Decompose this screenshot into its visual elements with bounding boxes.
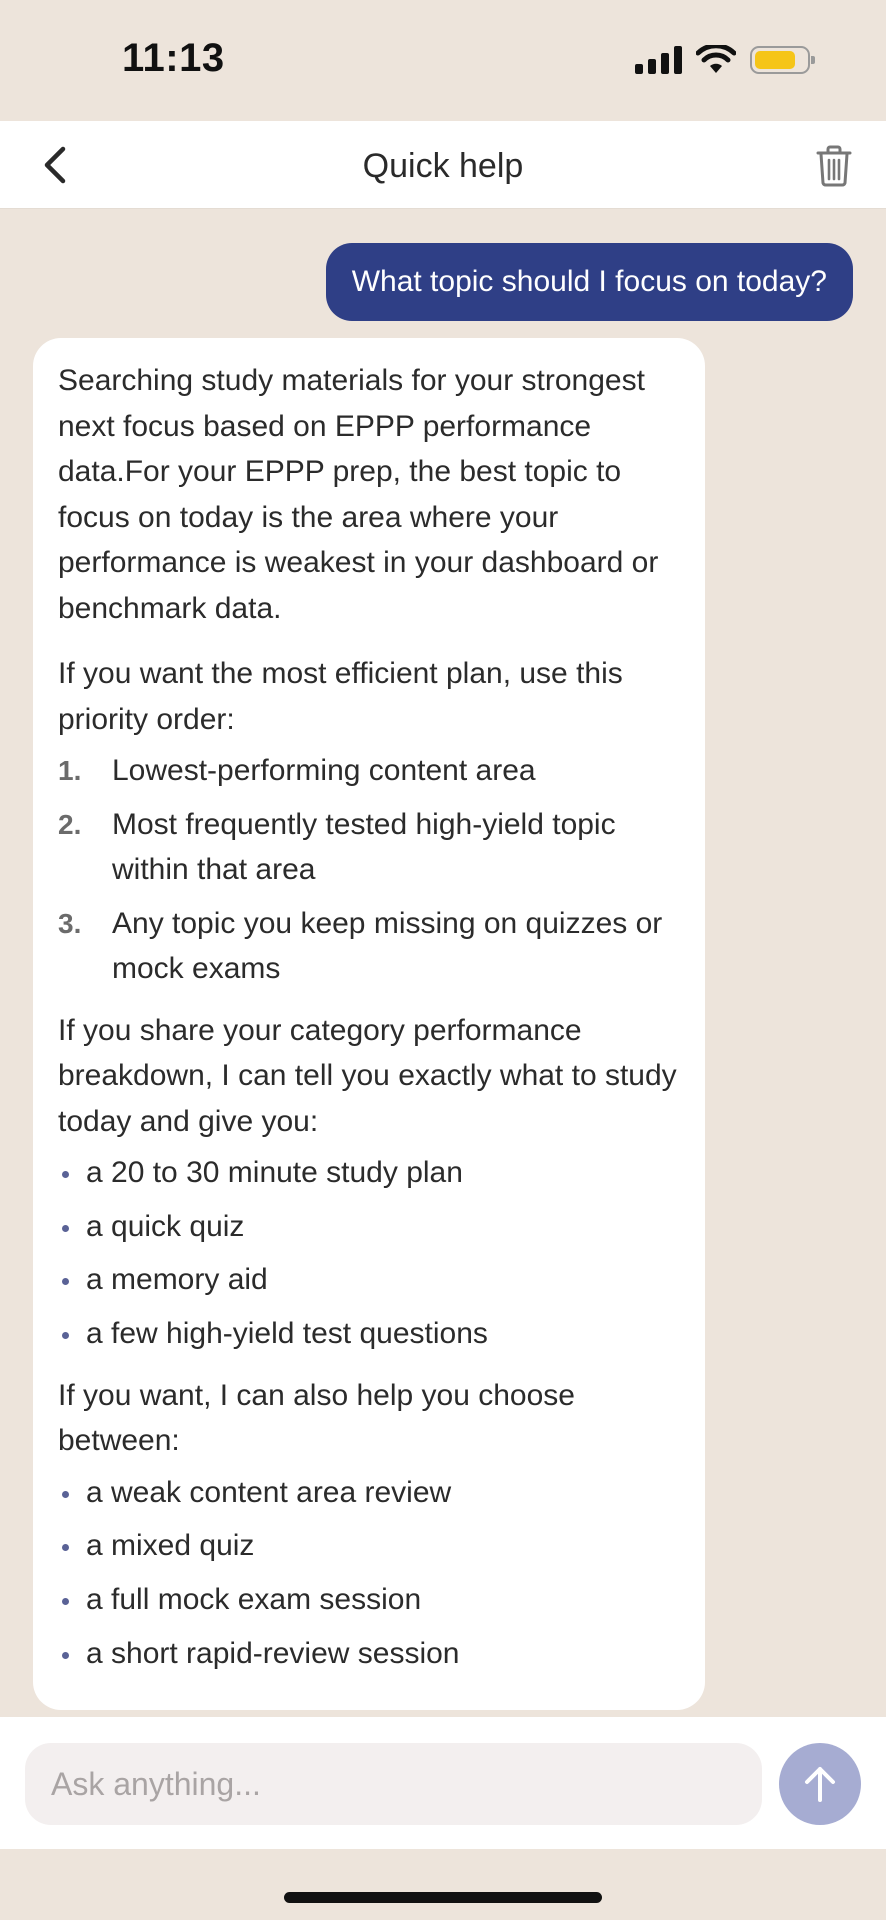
list-item-text: a few high-yield test questions	[86, 1317, 488, 1351]
share-intro-text: If you share your category performance b…	[58, 1013, 677, 1138]
status-icons	[635, 44, 815, 76]
bullet-icon	[58, 1311, 86, 1357]
list-item-text: a weak content area review	[86, 1475, 452, 1509]
list-item-text: a quick quiz	[86, 1209, 245, 1243]
list-number: 1.	[58, 755, 82, 786]
list-item: a few high-yield test questions	[58, 1311, 679, 1357]
battery-icon	[750, 46, 815, 74]
bullet-icon	[58, 1577, 86, 1623]
assistant-intro-text: Searching study materials for your stron…	[58, 364, 659, 625]
arrow-up-icon	[805, 1767, 835, 1802]
status-time: 11:13	[122, 36, 225, 80]
list-item: a 20 to 30 minute study plan	[58, 1150, 679, 1196]
bullet-icon	[58, 1257, 86, 1303]
list-item-text: Lowest-performing content area	[112, 754, 536, 787]
list-item-text: a short rapid-review session	[86, 1636, 460, 1670]
list-item: a full mock exam session	[58, 1577, 679, 1623]
list-item-text: Any topic you keep missing on quizzes or…	[112, 906, 663, 986]
list-item: a memory aid	[58, 1257, 679, 1303]
list-item-text: a mixed quiz	[86, 1529, 255, 1563]
user-message-bubble: What topic should I focus on today?	[325, 243, 853, 321]
list-number: 3.	[58, 907, 82, 939]
bullet-icon	[58, 1204, 86, 1250]
status-bar: 11:13	[0, 0, 886, 121]
header: Quick help	[0, 121, 886, 209]
ask-input[interactable]	[25, 1743, 762, 1825]
composer	[0, 1717, 886, 1849]
wifi-icon	[696, 45, 736, 73]
list-item: a short rapid-review session	[58, 1631, 679, 1677]
bullet-icon	[58, 1523, 86, 1569]
choose-intro-text: If you want, I can also help you choose …	[58, 1378, 575, 1458]
list-item-text: a full mock exam session	[86, 1582, 422, 1616]
list-item: a weak content area review	[58, 1470, 679, 1516]
choose-list: a weak content area review a mixed quiz …	[58, 1470, 679, 1677]
list-item: 2. Most frequently tested high-yield topi…	[58, 802, 679, 893]
list-item: a mixed quiz	[58, 1523, 679, 1569]
assistant-message-bubble: Searching study materials for your stron…	[33, 338, 705, 1711]
bullet-icon	[58, 1150, 86, 1196]
page-title: Quick help	[362, 147, 524, 185]
delete-chat-button[interactable]	[810, 141, 858, 191]
bullet-icon	[58, 1631, 86, 1677]
list-item: 3. Any topic you keep missing on quizzes …	[58, 901, 679, 992]
list-item-text: a 20 to 30 minute study plan	[86, 1156, 463, 1189]
list-item: a quick quiz	[58, 1204, 679, 1250]
priority-list: 1. Lowest-performing content area 2. Most …	[58, 748, 679, 992]
list-item-text: Most frequently tested high-yield topic …	[112, 807, 616, 887]
cellular-signal-icon	[635, 46, 682, 74]
bullet-icon	[58, 1470, 86, 1516]
trash-icon	[816, 145, 852, 187]
list-item-text: a memory aid	[86, 1263, 268, 1297]
list-number: 2.	[58, 808, 82, 840]
share-list: a 20 to 30 minute study plan a quick qui…	[58, 1150, 679, 1357]
send-button[interactable]	[779, 1743, 861, 1825]
chat-thread[interactable]: What topic should I focus on today? Sear…	[0, 209, 886, 1717]
list-item: 1. Lowest-performing content area	[58, 748, 679, 794]
home-indicator[interactable]	[284, 1892, 602, 1903]
priority-intro-text: If you want the most efficient plan, use…	[58, 657, 623, 736]
